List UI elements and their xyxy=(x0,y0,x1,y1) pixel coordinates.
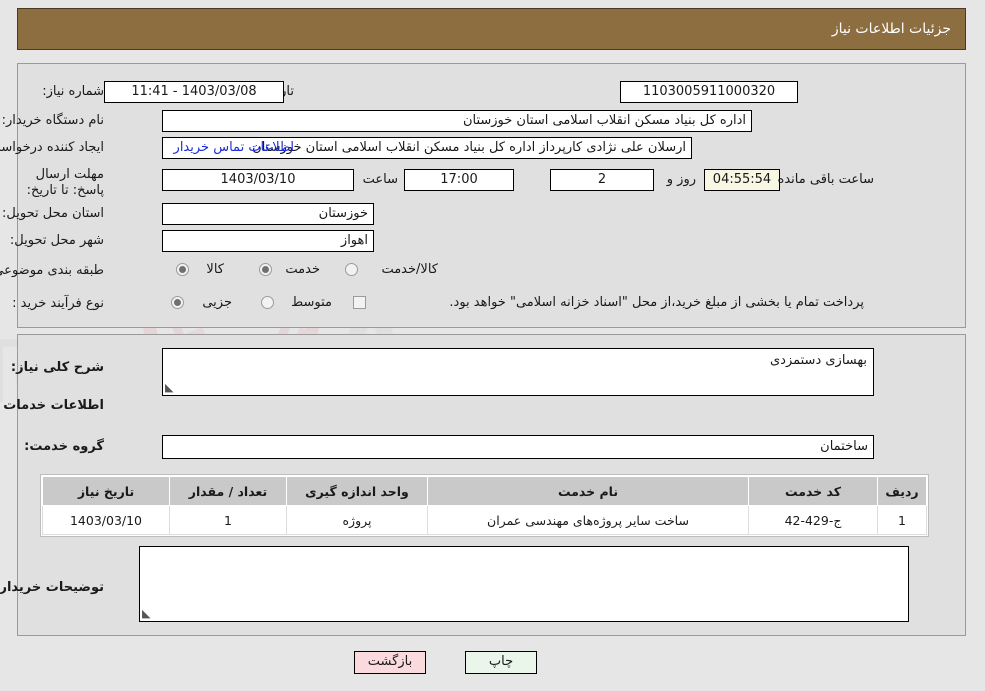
resize-grip-icon[interactable]: ◢ xyxy=(166,381,178,394)
remaining-days-label: روز و xyxy=(667,172,697,187)
islamic-treasury-checkbox[interactable] xyxy=(354,296,367,309)
deadline-date-field: 1403/03/10 xyxy=(163,169,355,191)
general-description-label: شرح کلی نیاز: xyxy=(11,360,105,375)
need-number-label: شماره نیاز: xyxy=(43,84,105,99)
radio-process-motavaset-label: متوسط xyxy=(292,295,333,310)
column-header-unit: واحد اندازه گیری xyxy=(287,476,429,506)
request-creator-label: ایجاد کننده درخواست: xyxy=(0,140,105,155)
column-header-row: ردیف xyxy=(878,476,928,506)
resize-grip-icon[interactable]: ◢ xyxy=(143,607,155,620)
buyer-organisation-field: اداره کل بنیاد مسکن انقلاب اسلامی استان … xyxy=(163,110,753,132)
radio-process-jozii-label: جزیی xyxy=(203,295,233,310)
radio-category-kala-khedmat[interactable] xyxy=(346,263,359,276)
page-title: جزئیات اطلاعات نیاز xyxy=(832,21,952,37)
announcement-datetime-field: 1403/03/08 - 11:41 xyxy=(105,81,285,103)
delivery-city-label: شهر محل تحویل: xyxy=(10,233,105,248)
delivery-city-field: اهواز xyxy=(163,230,375,252)
radio-process-motavaset[interactable] xyxy=(262,296,275,309)
services-table-wrapper: ردیف کد خدمت نام خدمت واحد اندازه گیری ت… xyxy=(41,474,930,537)
radio-category-kala-khedmat-label: کالا/خدمت xyxy=(382,262,439,277)
buyer-notes-textarea[interactable]: ◢ xyxy=(140,546,910,622)
need-number-field: 1103005911000320 xyxy=(621,81,799,103)
cell-code: ج-429-42 xyxy=(749,505,879,535)
radio-category-khedmat-label: خدمت xyxy=(286,262,321,277)
buyer-notes-label: توضیحات خریدار: xyxy=(0,580,105,595)
deadline-hour-field: 17:00 xyxy=(405,169,515,191)
countdown-timer-field: 04:55:54 xyxy=(705,169,781,191)
services-table: ردیف کد خدمت نام خدمت واحد اندازه گیری ت… xyxy=(43,476,928,535)
buyer-organisation-label: نام دستگاه خریدار: xyxy=(2,113,105,128)
column-header-quantity: تعداد / مقدار xyxy=(170,476,288,506)
back-button[interactable]: بازگشت xyxy=(355,651,427,674)
radio-category-kala[interactable] xyxy=(177,263,190,276)
radio-category-khedmat[interactable] xyxy=(260,263,273,276)
page-title-bar: جزئیات اطلاعات نیاز xyxy=(18,8,967,50)
radio-category-kala-label: کالا xyxy=(207,262,225,277)
table-row: 1 ج-429-42 ساخت سایر پروژه‌های مهندسی عم… xyxy=(43,505,928,535)
buyer-contact-info-link[interactable]: اطلاعات تماس خریدار xyxy=(175,140,295,155)
remaining-days-field: 2 xyxy=(551,169,655,191)
cell-name: ساخت سایر پروژه‌های مهندسی عمران xyxy=(428,505,750,535)
response-deadline-label: مهلت ارسال پاسخ: تا تاریخ: xyxy=(27,167,105,198)
table-header-row: ردیف کد خدمت نام خدمت واحد اندازه گیری ت… xyxy=(43,476,928,506)
services-info-heading: اطلاعات خدمات مورد نیاز xyxy=(0,398,105,413)
countdown-label: ساعت باقی مانده xyxy=(778,172,875,187)
cell-row: 1 xyxy=(878,505,928,535)
general-description-value: بهسازی دستمزدی xyxy=(770,353,868,368)
column-header-name: نام خدمت xyxy=(428,476,750,506)
islamic-treasury-note: پرداخت تمام یا بخشی از مبلغ خرید،از محل … xyxy=(450,295,865,310)
deadline-hour-label: ساعت xyxy=(363,172,399,187)
delivery-province-label: استان محل تحویل: xyxy=(3,206,105,221)
delivery-province-field: خوزستان xyxy=(163,203,375,225)
cell-unit: پروژه xyxy=(287,505,429,535)
cell-quantity: 1 xyxy=(170,505,288,535)
radio-process-jozii[interactable] xyxy=(172,296,185,309)
subject-category-label: طبقه بندی موضوعی: xyxy=(0,263,105,278)
print-button[interactable]: چاپ xyxy=(466,651,538,674)
service-group-field: ساختمان xyxy=(163,435,875,459)
cell-date: 1403/03/10 xyxy=(43,505,171,535)
column-header-date: تاریخ نیاز xyxy=(43,476,171,506)
general-description-textarea[interactable]: بهسازی دستمزدی ◢ xyxy=(163,348,875,396)
purchase-process-label: نوع فرآیند خرید : xyxy=(13,296,105,311)
service-group-label: گروه خدمت: xyxy=(25,439,105,454)
column-header-code: کد خدمت xyxy=(749,476,879,506)
